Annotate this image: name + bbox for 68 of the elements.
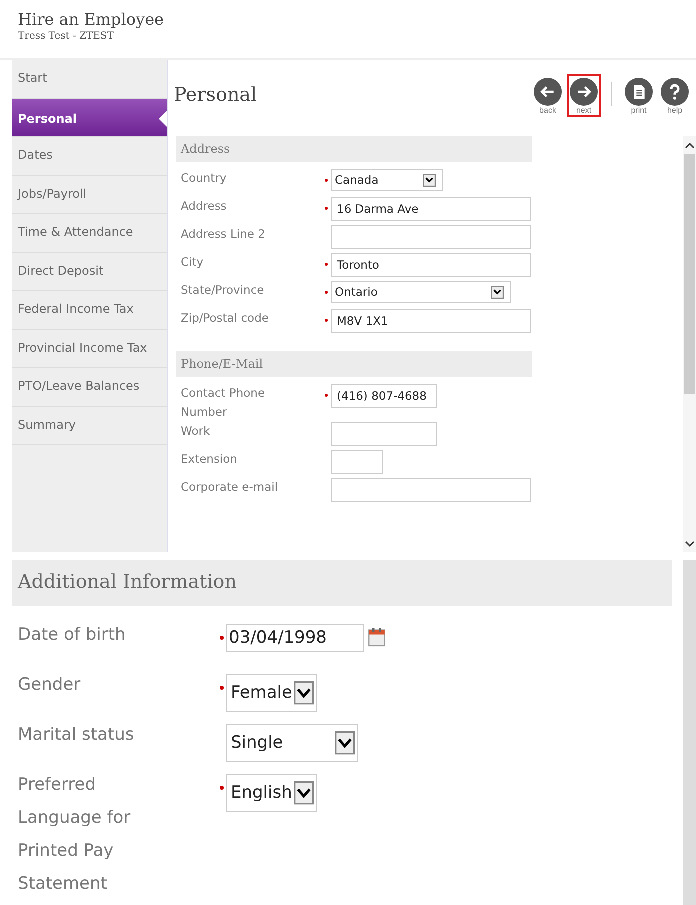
scrollbar[interactable] (683, 560, 696, 905)
field-label: Corporate e-mail (180, 479, 280, 496)
date-field[interactable]: 03/04/1998 (226, 624, 364, 652)
caret-icon (423, 174, 436, 186)
caret-icon (294, 680, 314, 706)
page-title: Hire an Employee (18, 10, 166, 29)
field-label: Country (180, 170, 228, 187)
required-marker (220, 786, 224, 790)
text-field[interactable]: (416) 807-4688 (331, 384, 437, 408)
text-field[interactable] (331, 478, 531, 502)
required-marker (220, 636, 224, 640)
field-label: Marital status (17, 724, 136, 747)
sidebar-item[interactable]: Dates (12, 137, 167, 176)
text-field[interactable] (331, 450, 383, 474)
section-title: Personal (173, 83, 258, 108)
section-header: Phone/E-Mail (176, 351, 532, 377)
caret-icon (491, 286, 504, 298)
field-label: State/Province (180, 282, 266, 299)
field-label: Gender (17, 674, 82, 697)
help-button[interactable]: help (658, 74, 692, 117)
text-field[interactable]: Toronto (331, 253, 531, 277)
required-marker (325, 179, 328, 182)
scroll-down-icon[interactable] (684, 540, 694, 548)
company-subtitle: Tress Test - ZTEST (18, 31, 115, 42)
sidebar-item[interactable]: Provincial Income Tax (12, 330, 167, 368)
calendar-icon[interactable] (368, 626, 386, 648)
field-label: Extension (180, 451, 238, 468)
required-marker (325, 207, 328, 210)
sidebar-item[interactable]: Federal Income Tax (12, 291, 167, 330)
text-field[interactable]: 16 Darma Ave (331, 197, 531, 221)
sidebar-item[interactable]: Personal (12, 98, 167, 137)
required-marker (325, 291, 328, 294)
required-marker (220, 686, 224, 690)
sidebar-item[interactable]: Time & Attendance (12, 214, 167, 252)
field-label: City (180, 254, 205, 271)
section-header: Additional Information (12, 560, 672, 606)
field-label: Address Line 2 (180, 226, 266, 243)
back-button[interactable]: back (531, 74, 565, 117)
next-button[interactable]: next (567, 74, 601, 117)
dropdown-field[interactable]: Ontario (331, 281, 511, 303)
field-label: Date of birth (17, 624, 127, 647)
required-marker (325, 394, 328, 397)
field-label: Contact Phone Number (180, 385, 266, 421)
sidebar-item[interactable]: Summary (12, 406, 167, 445)
caret-icon (294, 780, 314, 806)
dropdown-field[interactable]: Canada (331, 169, 443, 191)
help-icon (661, 78, 689, 106)
required-marker (325, 319, 328, 322)
scrollbar[interactable] (683, 136, 696, 552)
required-marker (325, 263, 328, 266)
text-field[interactable]: M8V 1X1 (331, 309, 531, 333)
dropdown-field[interactable]: English (226, 774, 318, 812)
sidebar-item[interactable]: Direct Deposit (12, 252, 167, 291)
dropdown-field[interactable]: Female (226, 674, 318, 712)
field-label: Work (180, 423, 212, 440)
text-field[interactable] (331, 422, 437, 446)
sidebar-item[interactable]: PTO/Leave Balances (12, 368, 167, 406)
dropdown-field[interactable]: Single (226, 724, 358, 762)
field-label: Preferred Language for Printed Pay Statement (17, 774, 132, 896)
document-icon (625, 78, 653, 106)
text-field[interactable] (331, 225, 531, 249)
field-label: Zip/Postal code (180, 310, 270, 327)
scroll-up-icon[interactable] (684, 142, 694, 150)
print-button[interactable]: print (622, 74, 656, 117)
section-header: Address (176, 136, 532, 162)
field-label: Address (180, 198, 228, 215)
caret-icon (335, 730, 355, 756)
sidebar-item[interactable]: Jobs/Payroll (12, 176, 167, 214)
